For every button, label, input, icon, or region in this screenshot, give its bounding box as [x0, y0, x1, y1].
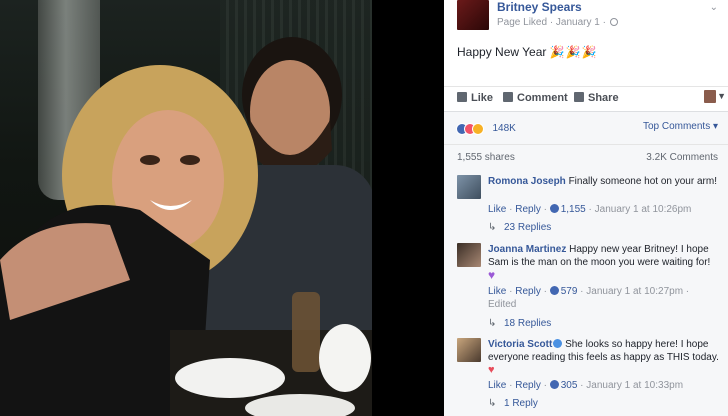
reply-arrow-icon: ↳	[488, 398, 497, 409]
post-meta-text: Page Liked · January 1 ·	[497, 17, 606, 28]
engagement-counts: 1,555 shares 3.2K Comments	[444, 144, 728, 170]
comments-count-link[interactable]: 3.2K Comments	[646, 152, 718, 163]
thumbs-up-icon	[457, 92, 467, 102]
comments-panel: 148K Top Comments ▾ 1,555 shares 3.2K Co…	[444, 111, 728, 416]
like-reaction-icon	[549, 204, 559, 213]
comment-like-link[interactable]: Like	[488, 204, 506, 215]
commenter-name[interactable]: Joanna Martinez	[488, 244, 566, 255]
like-button-label: Like	[471, 92, 494, 104]
post-actions-bar: Like Comment Share ▼	[444, 86, 728, 110]
post-header: Britney Spears Page Liked · January 1 · …	[444, 0, 728, 36]
comment-reply-link[interactable]: Reply	[515, 380, 541, 391]
comment: Joanna Martinez Happy new year Britney! …	[457, 243, 719, 329]
comment-meta: Like · Reply · 305 · January 1 at 10:33p…	[488, 380, 684, 391]
party-popper-emoji: 🎉🎉🎉	[549, 45, 598, 59]
comment-meta: Like · Reply · 1,155 · January 1 at 10:2…	[488, 204, 692, 215]
post-meta: Page Liked · January 1 ·	[497, 17, 618, 28]
acting-as-avatar[interactable]	[704, 90, 716, 103]
comment-like-count[interactable]: 1,155	[561, 204, 586, 215]
share-arrow-icon	[574, 92, 584, 102]
purple-heart-icon: ♥	[488, 268, 496, 282]
speech-bubble-icon	[503, 92, 513, 102]
globe-icon	[609, 18, 618, 26]
commenter-avatar[interactable]	[457, 338, 481, 362]
like-reaction-icon	[549, 286, 559, 295]
like-reaction-icon	[549, 380, 559, 389]
post-photo[interactable]	[0, 0, 444, 416]
acting-as-chevron-icon[interactable]: ▼	[717, 91, 726, 101]
photo-image	[0, 0, 372, 416]
heart-icon: ♥	[488, 364, 495, 376]
post-options-chevron-icon[interactable]: ⌄	[710, 2, 718, 13]
comment-text: Finally someone hot on your arm!	[568, 176, 717, 187]
post-message: Happy New Year	[457, 45, 547, 59]
share-button[interactable]: Share	[574, 92, 619, 104]
comment-reply-link[interactable]: Reply	[515, 204, 541, 215]
wow-reaction-icon	[472, 122, 484, 135]
photo-people	[0, 37, 372, 416]
comment-like-count[interactable]: 305	[561, 380, 578, 391]
comment-like-count[interactable]: 579	[561, 286, 578, 297]
reactions-summary[interactable]: 148K	[456, 120, 516, 136]
comment-body: Romona Joseph Finally someone hot on you…	[488, 175, 720, 188]
comment: Romona Joseph Finally someone hot on you…	[457, 175, 719, 233]
comment-sort-dropdown[interactable]: Top Comments ▾	[643, 121, 718, 132]
comment-timestamp[interactable]: January 1 at 10:27pm	[586, 286, 683, 297]
reply-arrow-icon: ↳	[488, 222, 497, 233]
post-text: Happy New Year 🎉🎉🎉	[457, 45, 598, 59]
comment-button-label: Comment	[517, 92, 568, 104]
commenter-name[interactable]: Romona Joseph	[488, 176, 566, 187]
comment-body: Victoria Scott She looks so happy here! …	[488, 338, 720, 377]
comment-reply-link[interactable]: Reply	[515, 286, 541, 297]
reaction-count: 148K	[492, 123, 516, 135]
shares-count-link[interactable]: 1,555 shares	[457, 152, 515, 163]
comment-body: Joanna Martinez Happy new year Britney! …	[488, 243, 720, 282]
comment-timestamp[interactable]: January 1 at 10:33pm	[586, 380, 683, 391]
replies-count: 1 Reply	[504, 398, 538, 409]
page-avatar[interactable]	[457, 0, 489, 30]
comment-edited-label[interactable]: Edited	[488, 299, 516, 310]
like-button[interactable]: Like	[457, 92, 493, 104]
commenter-avatar[interactable]	[457, 243, 481, 267]
comment-timestamp[interactable]: January 1 at 10:26pm	[595, 204, 692, 215]
commenter-avatar[interactable]	[457, 175, 481, 199]
replies-count: 23 Replies	[504, 222, 552, 233]
comment-like-link[interactable]: Like	[488, 380, 506, 391]
commenter-name[interactable]: Victoria Scott	[488, 339, 552, 350]
post-sidebar: Britney Spears Page Liked · January 1 · …	[444, 0, 728, 416]
page-name-link[interactable]: Britney Spears	[497, 0, 582, 14]
share-button-label: Share	[588, 92, 619, 104]
comment-meta: Like · Reply · 579 · January 1 at 10:27p…	[488, 286, 690, 297]
view-replies-link[interactable]: ↳ 18 Replies	[488, 318, 551, 329]
reply-arrow-icon: ↳	[488, 318, 497, 329]
comment: Victoria Scott She looks so happy here! …	[457, 338, 719, 416]
view-replies-link[interactable]: ↳ 1 Reply	[488, 398, 538, 409]
verified-badge-icon	[553, 339, 563, 348]
replies-count: 18 Replies	[504, 318, 552, 329]
comment-like-link[interactable]: Like	[488, 286, 506, 297]
view-replies-link[interactable]: ↳ 23 Replies	[488, 222, 551, 233]
